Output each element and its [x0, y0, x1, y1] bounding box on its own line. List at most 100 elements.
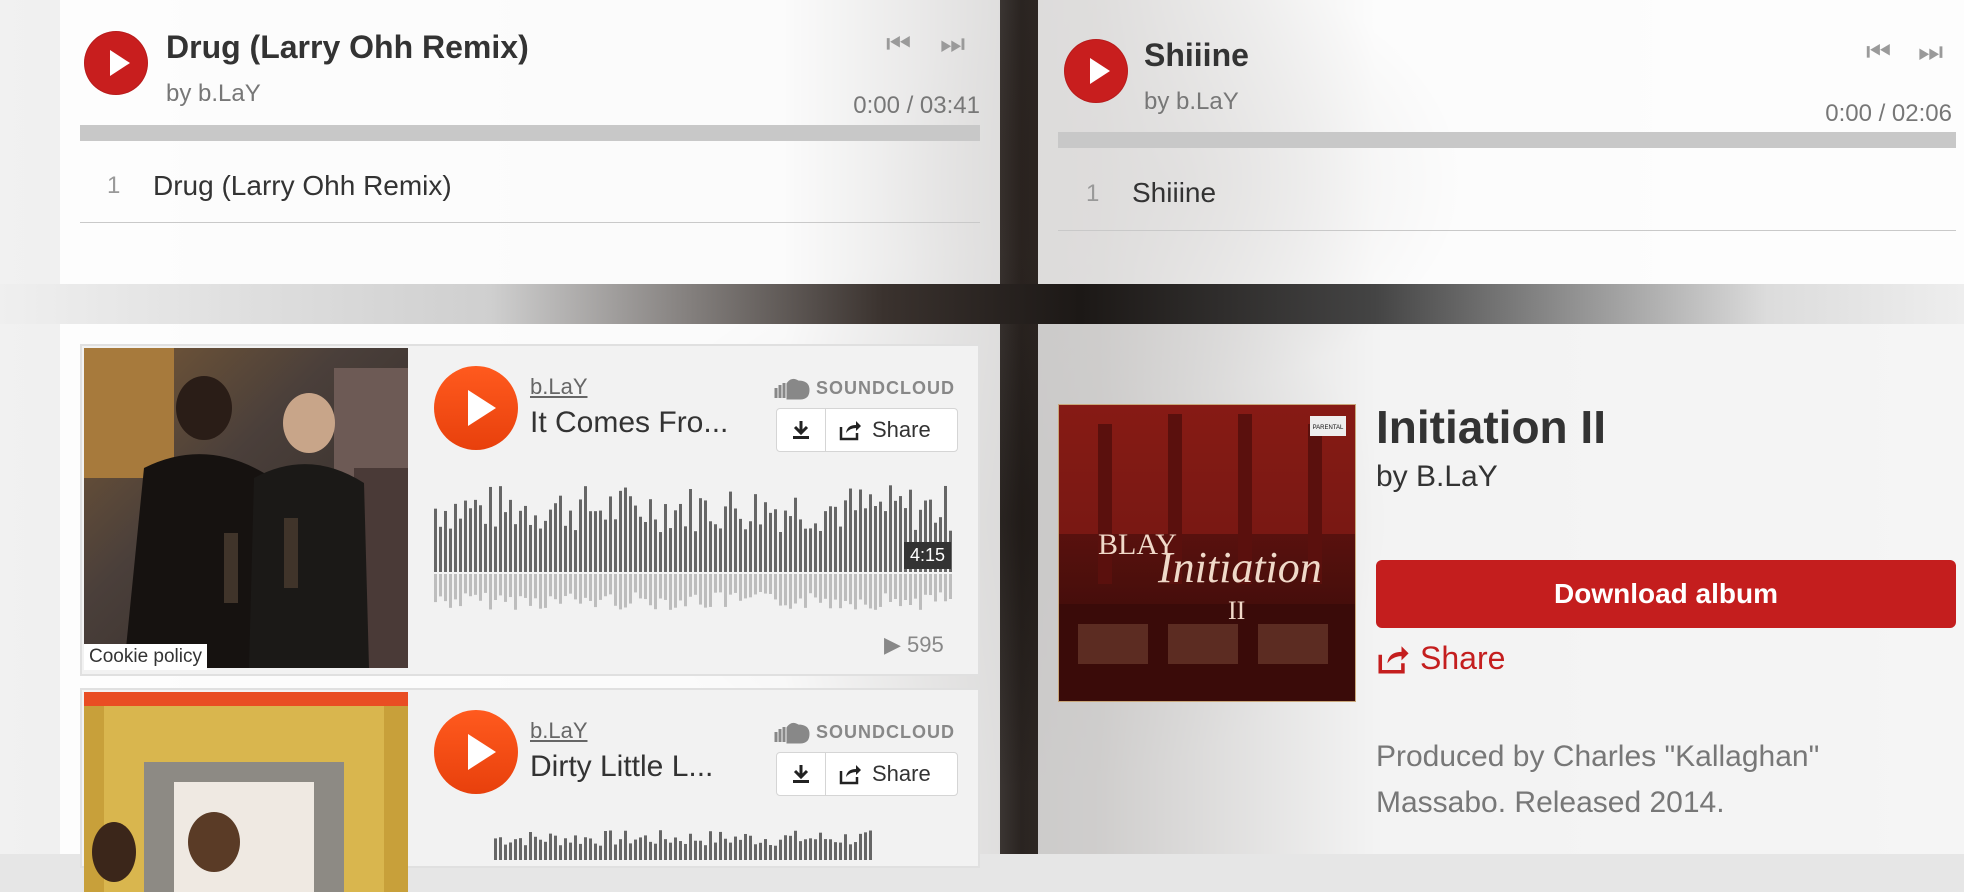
download-album-button[interactable]: Download album [1376, 560, 1956, 628]
waveform-bar [714, 842, 717, 860]
waveform-reflection [939, 574, 942, 593]
waveform-bar [799, 519, 802, 572]
waveform-bar [579, 499, 582, 572]
track-title-link[interactable]: It Comes Fro... [530, 406, 728, 440]
waveform-bar [849, 488, 852, 572]
soundcloud-logo: SOUNDCLOUD [816, 722, 955, 742]
waveform-bar [569, 510, 572, 572]
album-cover[interactable]: PARENTAL BLAY Initiation II [1058, 404, 1356, 702]
download-icon [793, 765, 809, 783]
waveform-bar [654, 519, 657, 572]
waveform-bar [474, 499, 477, 572]
waveform-bar [844, 500, 847, 572]
waveform-bar [874, 506, 877, 572]
track-title: Drug (Larry Ohh Remix) [166, 29, 529, 65]
play-button[interactable] [434, 366, 518, 450]
track-list-item[interactable]: Shiiine [1132, 177, 1216, 209]
share-button[interactable]: Share [826, 753, 943, 795]
waveform-reflection [649, 574, 652, 606]
progress-bar[interactable] [80, 125, 980, 141]
waveform-reflection [784, 574, 787, 606]
waveform-reflection [599, 574, 602, 600]
waveform-bar [879, 501, 882, 572]
waveform-reflection [554, 574, 557, 600]
waveform-bar [829, 839, 832, 860]
skip-back-icon[interactable]: ⏮ [1866, 36, 1891, 69]
play-count: ▶ 595 [884, 632, 944, 657]
waveform-reflection [489, 574, 492, 610]
waveform-bar [674, 837, 677, 860]
waveform-bar [704, 845, 707, 860]
waveform-bar [534, 515, 537, 572]
waveform-reflection [874, 574, 877, 610]
waveform-reflection [719, 574, 722, 593]
waveform-bar [554, 835, 557, 860]
share-label: Share [872, 417, 931, 442]
cookie-policy-link[interactable]: Cookie policy [84, 644, 207, 670]
waveform-reflection [594, 574, 597, 608]
waveform-bar [834, 506, 837, 572]
play-button[interactable] [434, 710, 518, 794]
waveform[interactable] [434, 820, 962, 860]
waveform-reflection [699, 574, 702, 605]
soundcloud-icon[interactable] [762, 720, 810, 749]
waveform-bar [484, 523, 487, 572]
waveform-reflection [714, 574, 717, 593]
waveform-bar [859, 833, 862, 860]
waveform-reflection [539, 574, 542, 609]
artist-link[interactable]: b.LaY [530, 374, 588, 400]
artist-link[interactable]: b.LaY [530, 718, 588, 744]
track-artwork[interactable] [84, 692, 408, 892]
waveform-bar [584, 486, 587, 572]
waveform-bar [694, 840, 697, 860]
share-button[interactable]: Share [826, 409, 943, 451]
download-button[interactable] [777, 409, 826, 451]
skip-forward-icon[interactable]: ⏭ [940, 28, 965, 61]
waveform-bar [569, 842, 572, 860]
waveform-bar [444, 510, 447, 572]
track-list-item[interactable]: Drug (Larry Ohh Remix) [153, 170, 452, 202]
waveform-reflection [834, 574, 837, 600]
progress-bar[interactable] [1058, 132, 1956, 148]
waveform-reflection [819, 574, 822, 603]
waveform-reflection [459, 574, 462, 607]
waveform-bar [884, 511, 887, 572]
time-display: 0:00 / 03:41 [853, 92, 980, 119]
share-link[interactable]: Share [1376, 640, 1505, 677]
waveform-reflection [499, 574, 502, 596]
soundcloud-icon[interactable] [762, 376, 810, 405]
waveform-bar [624, 487, 627, 572]
waveform-reflection [764, 574, 767, 594]
waveform-reflection [694, 574, 697, 595]
waveform-reflection [469, 574, 472, 597]
waveform-reflection [704, 574, 707, 608]
waveform-bar [724, 506, 727, 572]
waveform-reflection [749, 574, 752, 598]
time-display: 0:00 / 02:06 [1825, 100, 1952, 127]
waveform-bar [664, 839, 667, 860]
play-count-value: 595 [907, 632, 944, 657]
waveform-bar [839, 526, 842, 572]
skip-back-icon[interactable]: ⏮ [886, 28, 911, 61]
waveform-bar [844, 834, 847, 860]
waveform-bar [729, 491, 732, 572]
waveform-bar [814, 523, 817, 572]
track-title-link[interactable]: Dirty Little L... [530, 750, 713, 784]
play-button[interactable] [1064, 39, 1128, 103]
track-artwork[interactable] [84, 348, 408, 668]
waveform-bar [769, 845, 772, 860]
waveform-reflection [524, 574, 527, 598]
waveform-bar [719, 528, 722, 572]
skip-forward-icon[interactable]: ⏭ [1918, 36, 1943, 69]
waveform-bar [644, 835, 647, 860]
download-button[interactable] [777, 753, 826, 795]
waveform-bar [504, 844, 507, 860]
waveform-bar [624, 830, 627, 860]
waveform-bar [489, 486, 492, 572]
background-band [0, 284, 1964, 324]
track-number: 1 [107, 172, 121, 199]
waveform[interactable] [434, 482, 962, 612]
play-icon [468, 390, 496, 426]
play-button[interactable] [84, 31, 148, 95]
album-title: Initiation II [1376, 401, 1606, 453]
